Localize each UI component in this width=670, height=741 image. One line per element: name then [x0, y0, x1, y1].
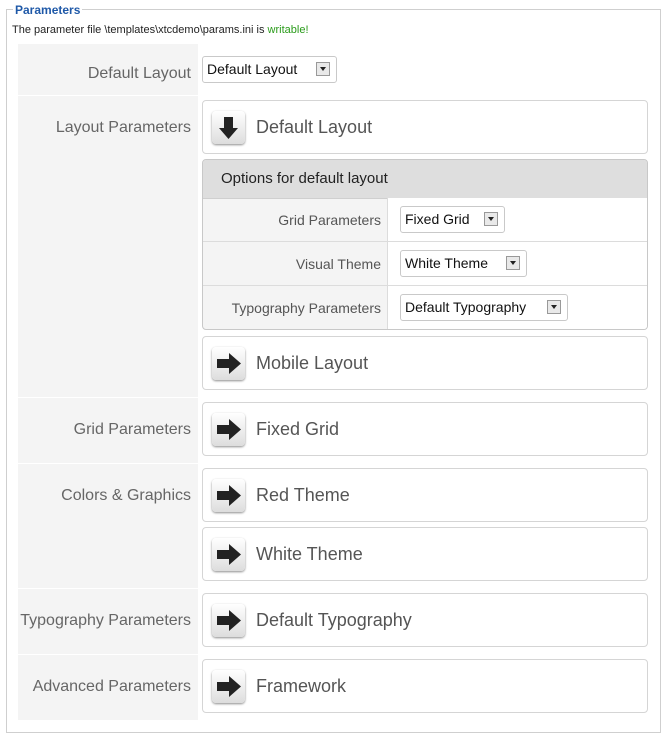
visual-theme-select-value: White Theme	[405, 255, 488, 271]
typography-parameters-label: Typography Parameters	[231, 300, 381, 316]
options-row-typography: Typography Parameters Default Typography	[203, 286, 647, 329]
typography-parameters-select[interactable]: Default Typography	[400, 294, 568, 321]
arrow-right-icon[interactable]	[212, 604, 245, 637]
writable-badge: writable!	[267, 24, 309, 36]
fixed-grid-panel[interactable]: Fixed Grid	[202, 402, 648, 456]
chevron-down-icon[interactable]	[316, 62, 330, 76]
chevron-down-icon[interactable]	[547, 300, 561, 314]
grid-parameters-select-value: Fixed Grid	[405, 211, 470, 227]
white-theme-panel[interactable]: White Theme	[202, 527, 648, 581]
options-row-theme: Visual Theme White Theme	[203, 242, 647, 286]
typography-parameters-row-label: Typography Parameters	[20, 612, 191, 629]
visual-theme-select[interactable]: White Theme	[400, 250, 527, 277]
options-header-title: Options for default layout	[221, 170, 388, 187]
params-file-status: The parameter file \templates\xtcdemo\pa…	[12, 24, 309, 36]
row-divider	[18, 654, 198, 655]
colors-graphics-label: Colors & Graphics	[61, 487, 191, 504]
advanced-parameters-label: Advanced Parameters	[32, 678, 191, 695]
framework-panel[interactable]: Framework	[202, 659, 648, 713]
row-divider	[18, 95, 198, 96]
layout-parameters-label: Layout Parameters	[55, 119, 191, 136]
arrow-right-icon[interactable]	[212, 538, 245, 571]
default-typography-panel[interactable]: Default Typography	[202, 593, 648, 647]
default-layout-select-value: Default Layout	[207, 61, 298, 77]
row-divider	[18, 397, 198, 398]
options-value-cell: Default Typography	[387, 286, 647, 329]
chevron-down-icon[interactable]	[484, 212, 498, 226]
options-header: Options for default layout	[203, 160, 647, 199]
mobile-layout-panel[interactable]: Mobile Layout	[202, 336, 648, 390]
default-layout-options: Options for default layout Grid Paramete…	[202, 159, 648, 330]
arrow-down-icon[interactable]	[212, 111, 245, 144]
arrow-right-icon[interactable]	[212, 413, 245, 446]
panel-title: Fixed Grid	[256, 419, 340, 439]
default-layout-select[interactable]: Default Layout	[202, 56, 337, 83]
options-value-cell: White Theme	[387, 242, 647, 285]
panel-title: Red Theme	[256, 485, 350, 505]
visual-theme-label: Visual Theme	[295, 256, 381, 272]
arrow-right-icon[interactable]	[212, 479, 245, 512]
panel-title: White Theme	[256, 544, 363, 564]
arrow-right-icon[interactable]	[212, 347, 245, 380]
arrow-right-icon[interactable]	[212, 670, 245, 703]
grid-parameters-select[interactable]: Fixed Grid	[400, 206, 505, 233]
panel-title: Default Layout	[256, 117, 373, 137]
status-text: The parameter file \templates\xtcdemo\pa…	[12, 24, 268, 36]
grid-parameters-row-label: Grid Parameters	[73, 421, 191, 438]
grid-parameters-label: Grid Parameters	[278, 212, 381, 228]
panel-title: Framework	[256, 676, 347, 696]
default-layout-panel[interactable]: Default Layout	[202, 100, 648, 154]
options-value-cell: Fixed Grid	[387, 198, 647, 241]
typography-parameters-select-value: Default Typography	[405, 299, 527, 315]
options-row-grid: Grid Parameters Fixed Grid	[203, 198, 647, 242]
chevron-down-icon[interactable]	[506, 256, 520, 270]
panel-title: Mobile Layout	[256, 353, 369, 373]
red-theme-panel[interactable]: Red Theme	[202, 468, 648, 522]
fieldset-legend: Parameters	[13, 3, 83, 17]
row-divider	[18, 463, 198, 464]
row-divider	[18, 588, 198, 589]
panel-title: Default Typography	[256, 610, 412, 630]
default-layout-label: Default Layout	[87, 65, 191, 82]
